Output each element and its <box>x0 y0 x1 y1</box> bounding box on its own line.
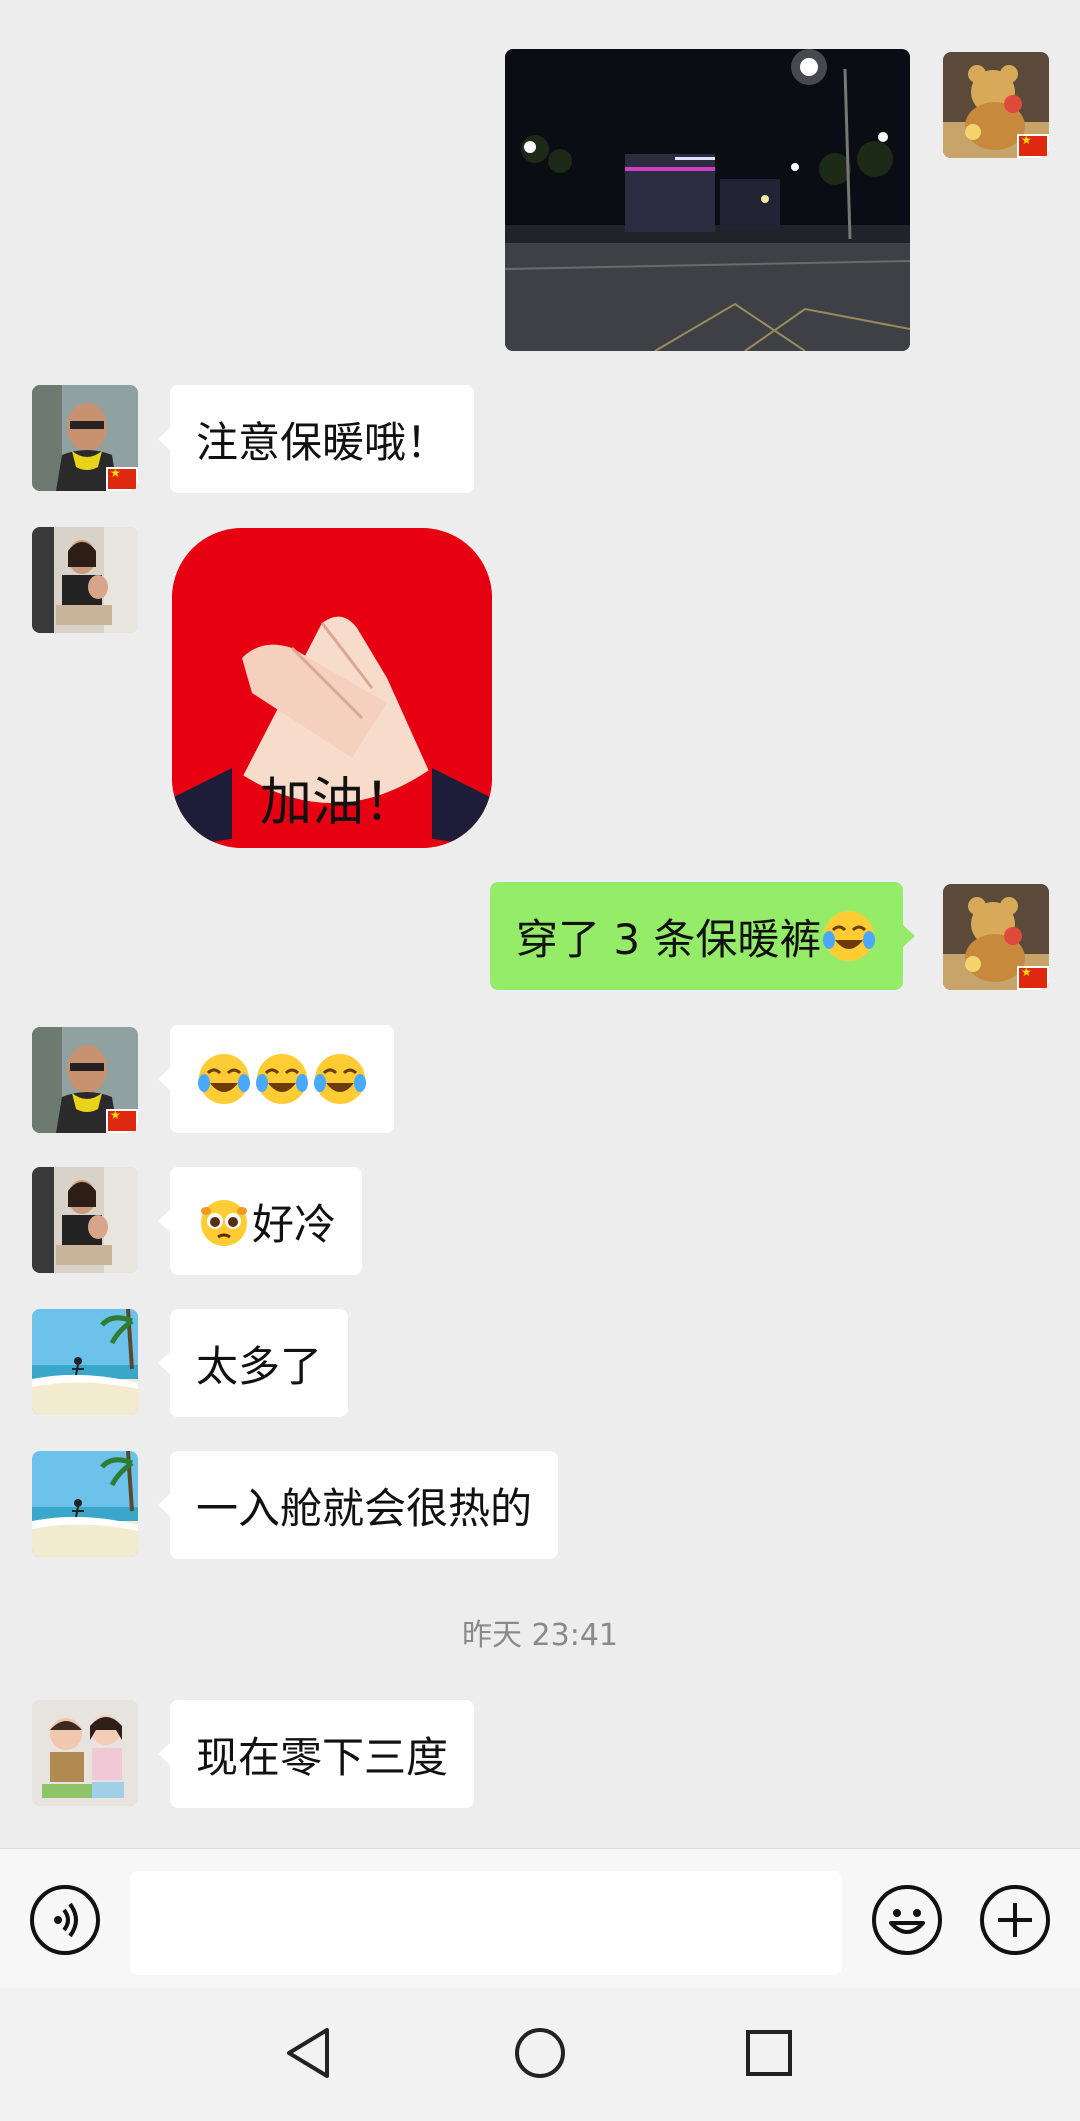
message-bubble[interactable]: 太多了 <box>157 1309 349 1417</box>
voice-input-button[interactable] <box>30 1885 100 1955</box>
china-flag-badge <box>1017 965 1049 990</box>
pleading-face-emoji-icon <box>201 1200 247 1246</box>
chat-message-list[interactable]: 注意保暖哦！ <box>0 0 1080 1848</box>
back-triangle-icon[interactable] <box>275 2018 345 2088</box>
woman-child-avatar[interactable] <box>32 527 138 633</box>
sticker-text: 加油！ <box>260 773 417 833</box>
message-bubble[interactable] <box>158 1025 394 1133</box>
message-text: 一入舱就会很热的 <box>196 1483 533 1533</box>
message-text: 注意保暖哦！ <box>196 417 449 467</box>
crying-laughing-emoji-icon <box>314 1054 366 1104</box>
china-flag-badge <box>106 1108 138 1133</box>
man-sunglasses-avatar[interactable] <box>32 1027 138 1133</box>
message-text: 好冷 <box>252 1199 337 1249</box>
plus-icon <box>998 1903 1032 1937</box>
message-timestamp: 昨天 23:41 <box>462 1618 618 1653</box>
emoji-button[interactable] <box>872 1885 942 1955</box>
beach-avatar-image <box>32 1309 138 1415</box>
man-sunglasses-avatar[interactable] <box>32 385 138 491</box>
wechat-chat-screen: 注意保暖哦！ <box>0 0 1080 2121</box>
crying-laughing-emoji-icon <box>198 1054 250 1104</box>
message-text: 现在零下三度 <box>196 1732 449 1782</box>
message-text: 太多了 <box>196 1341 323 1391</box>
china-flag-badge <box>1017 133 1049 158</box>
message-text-input[interactable] <box>130 1871 842 1975</box>
recents-square-icon[interactable] <box>734 2018 804 2088</box>
beach-avatar[interactable] <box>32 1451 138 1557</box>
message-bubble[interactable]: 好冷 <box>157 1167 363 1275</box>
message-bubble[interactable]: 现在零下三度 <box>157 1700 475 1808</box>
two-kids-avatar[interactable] <box>32 1700 138 1806</box>
crying-laughing-emoji-icon <box>256 1054 308 1104</box>
beach-avatar[interactable] <box>32 1309 138 1415</box>
two-kids-avatar-image <box>32 1700 138 1806</box>
woman-child-avatar-image <box>32 527 138 633</box>
china-flag-badge <box>106 466 138 491</box>
message-bubble[interactable]: 注意保暖哦！ <box>157 385 475 493</box>
beach-avatar-image <box>32 1451 138 1557</box>
crying-laughing-emoji-icon <box>823 911 876 961</box>
jiayou-sticker[interactable]: 加油！ <box>172 528 492 848</box>
more-functions-button[interactable] <box>980 1885 1050 1955</box>
my-avatar[interactable] <box>943 52 1049 158</box>
woman-child-avatar[interactable] <box>32 1167 138 1273</box>
smiley-icon <box>889 1909 925 1934</box>
my-avatar[interactable] <box>943 884 1049 990</box>
voice-icon <box>54 1902 78 1938</box>
woman-child-avatar-image <box>32 1167 138 1273</box>
message-text: 穿了 3 条保暖裤 <box>516 914 822 964</box>
system-navigation-bar <box>0 1988 1080 2121</box>
home-circle-icon[interactable] <box>505 2018 575 2088</box>
message-bubble[interactable]: 一入舱就会很热的 <box>157 1451 559 1559</box>
my-message-bubble[interactable]: 穿了 3 条保暖裤 <box>490 882 916 990</box>
night-street-photo[interactable] <box>505 49 910 351</box>
chat-input-bar <box>0 1848 1080 1989</box>
